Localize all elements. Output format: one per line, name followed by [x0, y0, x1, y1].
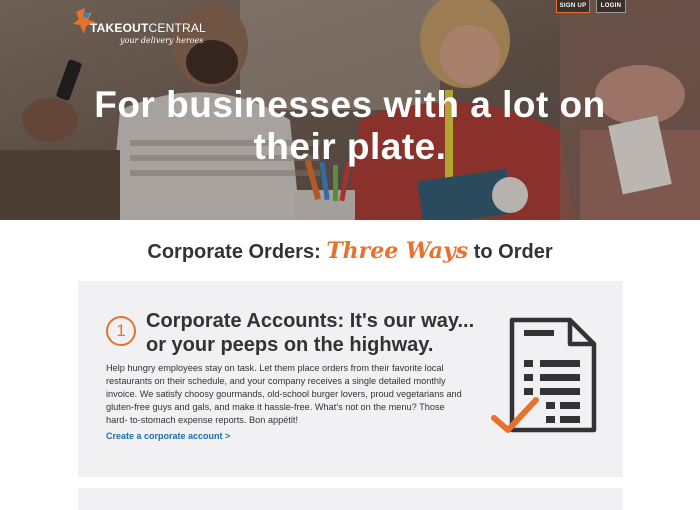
logo-brand-part1: TAKEOUT [90, 21, 149, 35]
section-heading-after: to Order [468, 241, 553, 263]
card-body: Help hungry employees stay on task. Let … [106, 363, 462, 425]
login-button[interactable]: LOGIN [596, 0, 626, 13]
invoice-checkmark-icon [491, 317, 597, 433]
hero-title: For businesses with a lot on their plate… [94, 84, 606, 167]
logo-tagline: your delivery heroes [120, 36, 204, 45]
step-number-badge: 1 [106, 316, 136, 346]
section-heading-accent: Three Ways [326, 238, 469, 264]
logo-brand: TAKEOUTCENTRAL [90, 21, 206, 35]
create-corporate-account-link[interactable]: Create a corporate account > [106, 431, 230, 441]
card-title: Corporate Accounts: It's our way... or y… [146, 310, 475, 356]
section-heading-before: Corporate Orders: [147, 241, 327, 263]
hero-banner: TAKEOUTCENTRAL your delivery heroes SIGN… [0, 0, 700, 220]
sign-up-button[interactable]: SIGN UP [556, 0, 590, 13]
logo-brand-part2: CENTRAL [148, 21, 206, 35]
section-heading: Corporate Orders: Three Ways to Order [0, 238, 700, 264]
logo[interactable]: TAKEOUTCENTRAL your delivery heroes [72, 4, 206, 48]
next-order-card [78, 488, 623, 510]
